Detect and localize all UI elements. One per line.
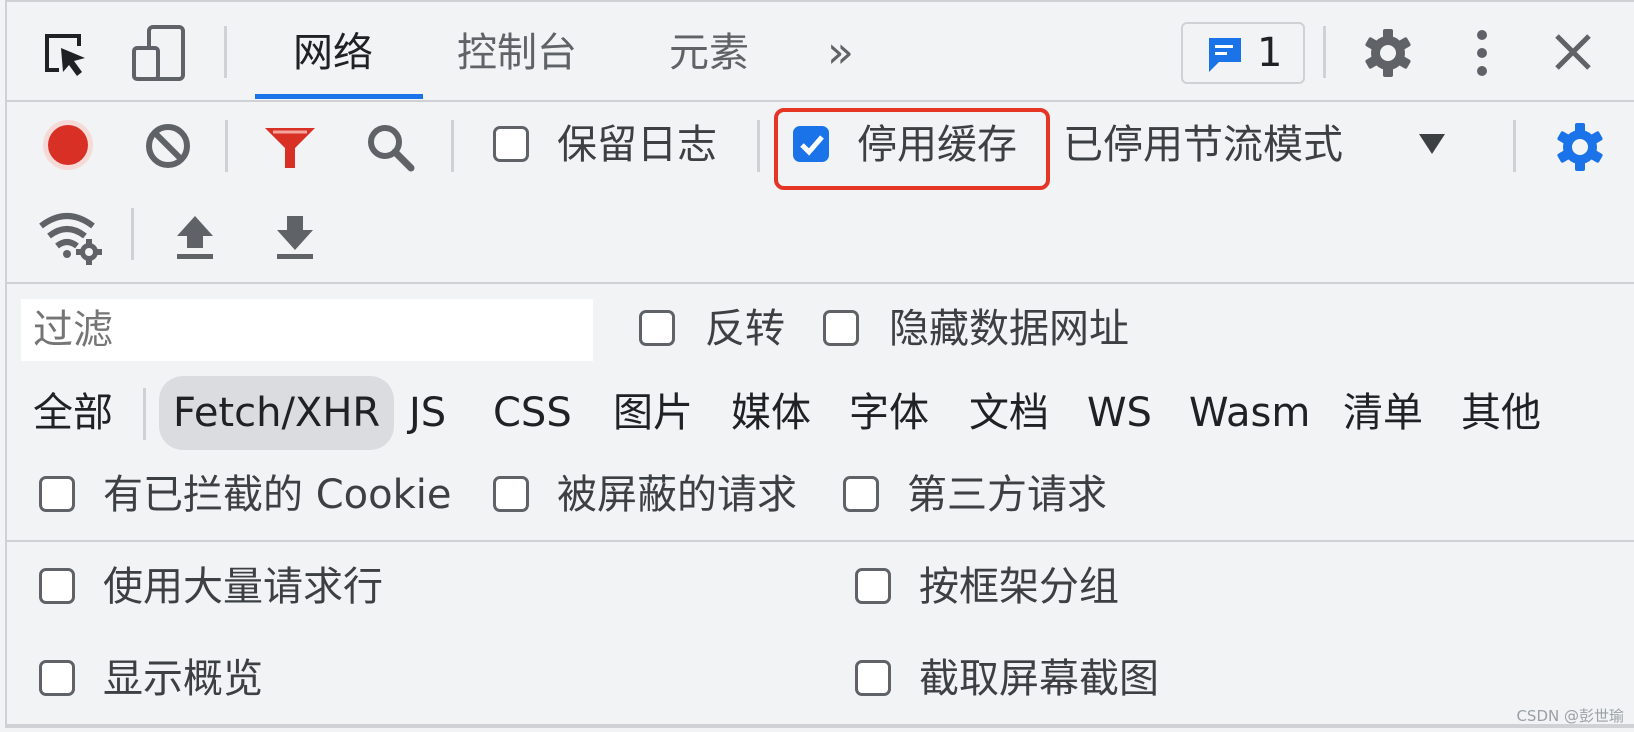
bottom-border [5,724,1634,728]
type-manifest[interactable]: 清单 [1343,388,1423,438]
issues-count: 1 [1257,30,1283,76]
invert-label: 反转 [705,306,785,352]
invert-checkbox[interactable] [639,310,675,346]
settings-icon[interactable] [1361,26,1415,84]
type-doc[interactable]: 文档 [969,388,1049,438]
kebab-menu-icon[interactable] [1475,28,1489,82]
hide-data-urls-checkbox[interactable] [823,310,859,346]
toolbar-divider [1513,120,1516,172]
toolbar-divider [225,120,228,172]
blocked-requests-checkbox[interactable] [493,476,529,512]
record-button[interactable] [41,118,95,176]
show-overview-label: 显示概览 [103,656,263,702]
third-party-checkbox[interactable] [843,476,879,512]
toolbar-divider [451,120,454,172]
close-icon[interactable] [1553,32,1593,76]
search-icon[interactable] [365,122,417,178]
toolbar-divider [757,120,760,172]
type-other[interactable]: 其他 [1461,388,1541,438]
preserve-log-checkbox[interactable] [493,126,529,162]
toolbar-divider [131,208,134,260]
blocked-cookies-label: 有已拦截的 Cookie [103,472,452,518]
tab-console[interactable]: 控制台 [457,28,577,78]
blocked-requests-label: 被屏蔽的请求 [557,472,797,518]
issues-icon [1205,34,1245,78]
import-har-icon[interactable] [175,214,215,264]
clear-icon[interactable] [144,122,192,174]
capture-screenshots-label: 截取屏幕截图 [919,656,1159,702]
tab-network[interactable]: 网络 [293,28,373,78]
hide-data-urls-label: 隐藏数据网址 [889,306,1129,352]
type-css[interactable]: CSS [493,388,572,438]
toolbar-divider [1323,26,1326,78]
type-font[interactable]: 字体 [849,388,929,438]
big-request-rows-checkbox[interactable] [39,568,75,604]
highlight-box [774,108,1050,190]
group-by-frame-checkbox[interactable] [855,568,891,604]
throttling-select[interactable]: 已停用节流模式 [1063,120,1343,170]
capture-screenshots-checkbox[interactable] [855,660,891,696]
type-divider [143,388,146,440]
type-all[interactable]: 全部 [33,388,113,438]
filter-icon[interactable] [263,124,317,176]
toolbar-divider [224,26,227,78]
big-request-rows-label: 使用大量请求行 [103,564,383,610]
device-toggle-icon[interactable] [131,24,187,86]
active-tab-indicator [255,94,423,99]
export-har-icon[interactable] [275,214,315,264]
settings-border [7,540,1634,542]
type-wasm[interactable]: Wasm [1189,388,1310,438]
third-party-label: 第三方请求 [907,472,1107,518]
network-settings-icon[interactable] [1553,120,1607,178]
filter-input[interactable] [21,299,593,361]
preserve-log-label: 保留日志 [557,122,717,168]
watermark: CSDN @彭世瑜 [1516,707,1624,725]
tab-elements[interactable]: 元素 [669,28,749,78]
type-images[interactable]: 图片 [613,388,693,438]
devtools-panel: 网络 控制台 元素 » 1 保留日志 停用缓存 已停用节流模式 过滤 反转 隐藏… [5,0,1634,726]
toolbar-border [7,282,1634,284]
type-media[interactable]: 媒体 [731,388,811,438]
tab-bar-border [7,100,1634,102]
inspect-icon[interactable] [39,28,91,84]
group-by-frame-label: 按框架分组 [919,564,1119,610]
type-js[interactable]: JS [409,388,446,438]
issues-button[interactable]: 1 [1181,22,1305,84]
blocked-cookies-checkbox[interactable] [39,476,75,512]
network-conditions-icon[interactable] [37,210,103,270]
type-fetch-xhr[interactable]: Fetch/XHR [159,376,395,450]
chevron-down-icon[interactable] [1417,132,1447,160]
show-overview-checkbox[interactable] [39,660,75,696]
more-tabs-icon[interactable]: » [827,28,854,78]
type-ws[interactable]: WS [1087,388,1152,438]
